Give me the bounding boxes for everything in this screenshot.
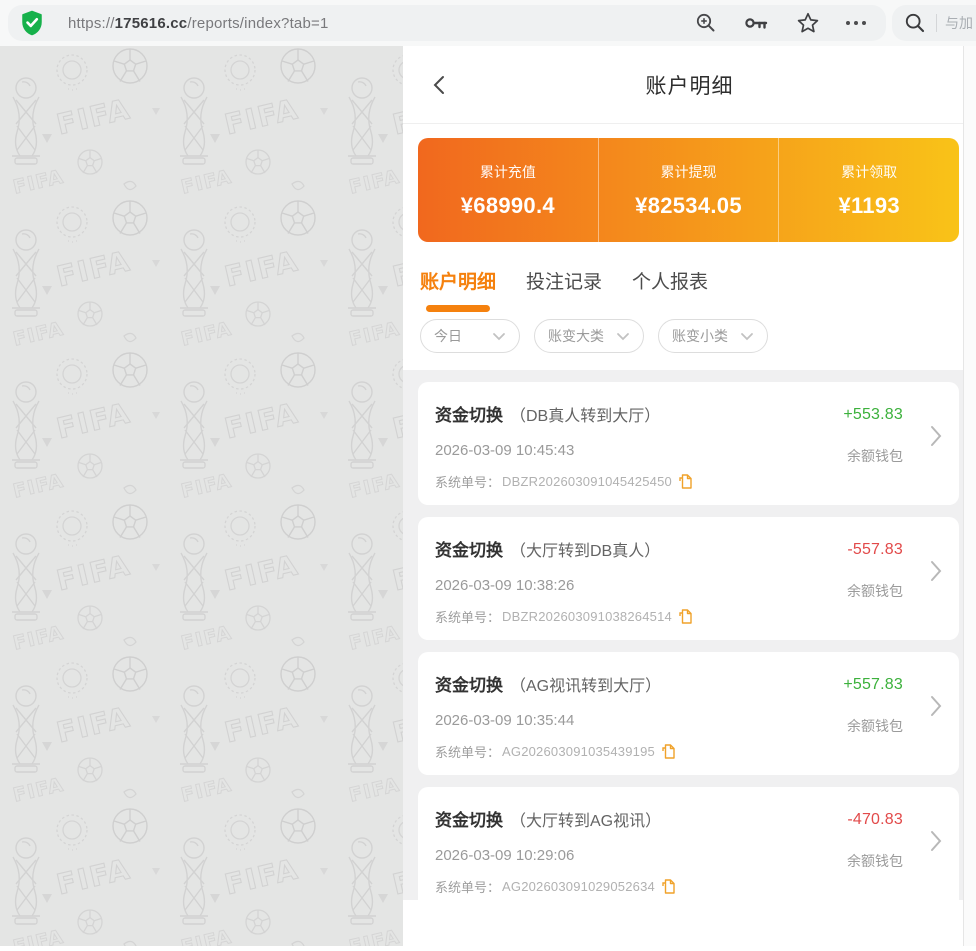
back-button[interactable]: [429, 74, 451, 96]
url-path: /reports/index?tab=1: [187, 15, 328, 32]
filter-date-dropdown[interactable]: 今日: [420, 319, 520, 353]
tab-bet-records[interactable]: 投注记录: [526, 267, 602, 312]
url-scheme: https://: [68, 15, 115, 32]
chevron-down-icon: [616, 332, 630, 341]
copy-icon[interactable]: [679, 474, 692, 490]
transaction-order-row: 系统单号： AG202603091035439195: [435, 742, 809, 761]
transaction-order-row: 系统单号： DBZR202603091045425450: [435, 472, 809, 491]
totals-card: 累计充值 ¥68990.4 累计提现 ¥82534.05 累计领取 ¥1193: [418, 138, 959, 242]
order-number: DBZR202603091038264514: [502, 609, 672, 624]
order-number: AG202603091029052634: [502, 879, 655, 894]
page-title: 账户明细: [646, 70, 734, 100]
search-suggestion-text: 与加: [945, 13, 973, 33]
wallet-label: 余额钱包: [843, 716, 903, 736]
transaction-type: 资金切换: [435, 811, 503, 830]
url-bar[interactable]: https://175616.cc/reports/index?tab=1: [8, 5, 886, 41]
transaction-order-row: 系统单号： DBZR202603091038264514: [435, 607, 809, 626]
transaction-card[interactable]: 资金切换 （AG视讯转到大厅） 2026-03-09 10:35:44 系统单号：…: [418, 652, 959, 775]
active-tab-underline: [426, 305, 490, 312]
chevron-right-icon: [929, 829, 943, 853]
order-label: 系统单号：: [435, 472, 500, 491]
transaction-datetime: 2026-03-09 10:45:43: [435, 442, 809, 459]
wallet-label: 余额钱包: [843, 446, 903, 466]
transaction-card[interactable]: 资金切换 （大厅转到DB真人） 2026-03-09 10:38:26 系统单号：…: [418, 517, 959, 640]
transaction-amount: -557.83: [847, 541, 903, 559]
url-text: https://175616.cc/reports/index?tab=1: [68, 15, 694, 32]
transaction-amount: +553.83: [843, 406, 903, 424]
tab-personal-report[interactable]: 个人报表: [632, 267, 708, 312]
chevron-down-icon: [492, 332, 506, 341]
fifa-watermark-background: FIFA FIFA: [0, 46, 403, 946]
transaction-type: 资金切换: [435, 406, 503, 425]
account-detail-panel: 账户明细 累计充值 ¥68990.4 累计提现 ¥82534.05 累计领取 ¥…: [403, 46, 976, 946]
more-options-icon[interactable]: [846, 21, 866, 25]
stat-total-withdraw: 累计提现 ¥82534.05: [598, 138, 779, 242]
order-number: DBZR202603091045425450: [502, 474, 672, 489]
transaction-datetime: 2026-03-09 10:29:06: [435, 847, 809, 864]
scrollbar[interactable]: [963, 46, 976, 946]
transaction-subtitle: （大厅转到DB真人）: [510, 543, 660, 560]
wallet-label: 余额钱包: [847, 851, 903, 871]
transaction-subtitle: （AG视讯转到大厅）: [510, 678, 661, 695]
filter-major-category-dropdown[interactable]: 账变大类: [534, 319, 644, 353]
transaction-subtitle: （大厅转到AG视讯）: [510, 813, 661, 830]
zoom-in-icon[interactable]: [694, 11, 718, 35]
tab-account-detail[interactable]: 账户明细: [420, 267, 496, 312]
chevron-down-icon: [740, 332, 754, 341]
stat-total-deposit: 累计充值 ¥68990.4: [418, 138, 598, 242]
chevron-right-icon: [929, 424, 943, 448]
report-tabs: 账户明细 投注记录 个人报表: [418, 267, 959, 312]
copy-icon[interactable]: [662, 744, 675, 760]
copy-icon[interactable]: [679, 609, 692, 625]
security-shield-icon: [20, 10, 44, 36]
browser-toolbar: https://175616.cc/reports/index?tab=1: [0, 0, 976, 46]
transaction-order-row: 系统单号： AG202603091029052634: [435, 877, 809, 896]
transaction-subtitle: （DB真人转到大厅）: [510, 408, 660, 425]
filter-row: 今日 账变大类 账变小类: [418, 319, 959, 370]
transaction-card[interactable]: 资金切换 （大厅转到AG视讯） 2026-03-09 10:29:06 系统单号：…: [418, 787, 959, 900]
filter-minor-category-dropdown[interactable]: 账变小类: [658, 319, 768, 353]
url-domain: 175616.cc: [115, 15, 188, 32]
browser-search-field[interactable]: 与加: [892, 5, 976, 41]
transaction-amount: +557.83: [843, 676, 903, 694]
transaction-datetime: 2026-03-09 10:38:26: [435, 577, 809, 594]
transaction-type: 资金切换: [435, 676, 503, 695]
transaction-amount: -470.83: [847, 811, 903, 829]
transaction-list: 资金切换 （DB真人转到大厅） 2026-03-09 10:45:43 系统单号：…: [403, 370, 976, 900]
list-bottom-spacer: [403, 900, 976, 938]
panel-header: 账户明细: [403, 46, 976, 124]
search-divider: [936, 14, 937, 32]
order-label: 系统单号：: [435, 742, 500, 761]
chevron-right-icon: [929, 694, 943, 718]
transaction-card[interactable]: 资金切换 （DB真人转到大厅） 2026-03-09 10:45:43 系统单号：…: [418, 382, 959, 505]
copy-icon[interactable]: [662, 879, 675, 895]
key-icon[interactable]: [744, 11, 770, 35]
summary-section: 累计充值 ¥68990.4 累计提现 ¥82534.05 累计领取 ¥1193 …: [403, 124, 976, 370]
search-icon: [904, 12, 926, 34]
order-label: 系统单号：: [435, 607, 500, 626]
wallet-label: 余额钱包: [847, 581, 903, 601]
order-label: 系统单号：: [435, 877, 500, 896]
order-number: AG202603091035439195: [502, 744, 655, 759]
transaction-type: 资金切换: [435, 541, 503, 560]
bookmark-star-icon[interactable]: [796, 11, 820, 35]
stat-total-claimed: 累计领取 ¥1193: [778, 138, 959, 242]
transaction-datetime: 2026-03-09 10:35:44: [435, 712, 809, 729]
chevron-right-icon: [929, 559, 943, 583]
